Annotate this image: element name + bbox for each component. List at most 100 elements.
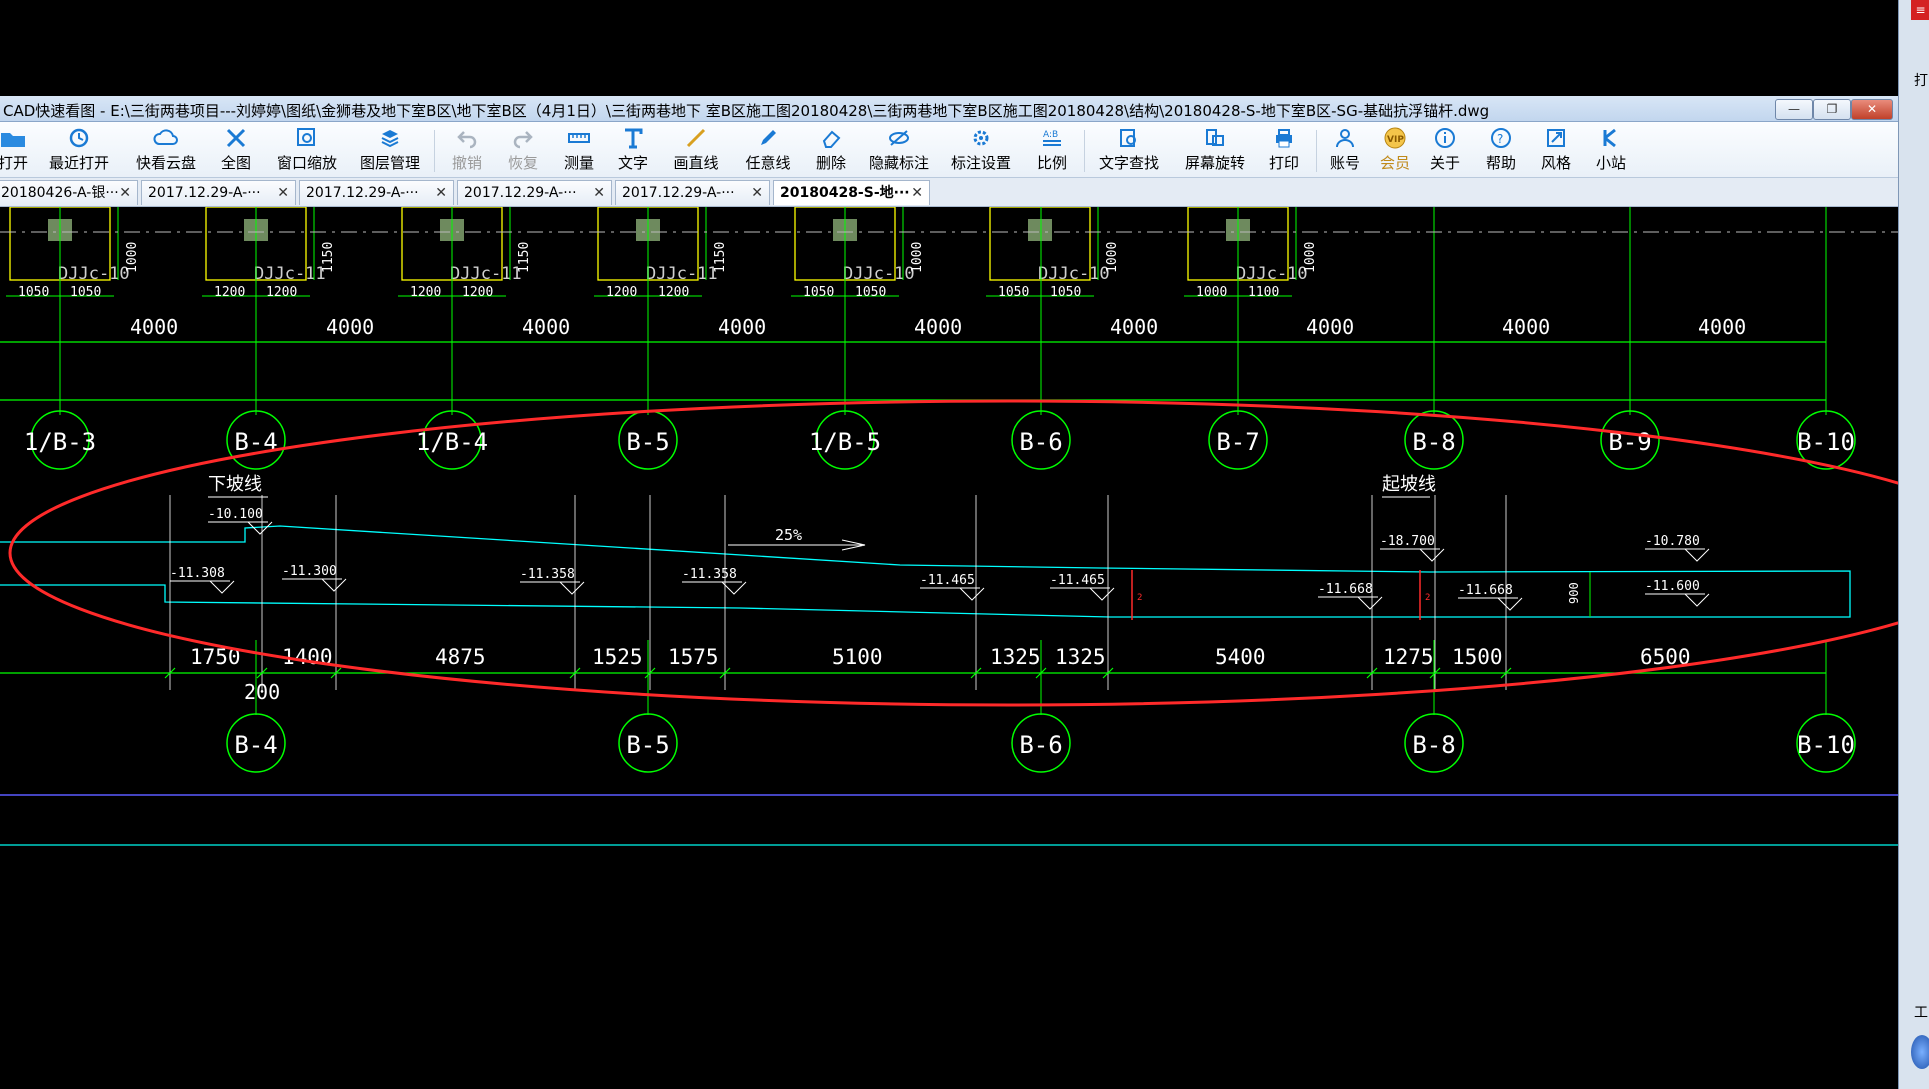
recent-clock-icon xyxy=(46,125,112,151)
span-dimension: 4000 xyxy=(1110,315,1158,339)
freehand-line-button[interactable]: 任意线 xyxy=(740,125,796,175)
axis-label: 1/B-4 xyxy=(416,428,488,456)
foundation-dim: 1050 xyxy=(803,285,834,300)
foundation-height: 1150 xyxy=(517,242,532,273)
close-button[interactable]: ✕ xyxy=(1851,99,1893,120)
hide-annotation-label: 隐藏标注 xyxy=(868,154,929,172)
elevation-symbol xyxy=(209,580,235,594)
elevation-symbol xyxy=(321,578,347,592)
style-button[interactable]: 风格 xyxy=(1535,125,1577,175)
foundations: DJJc-1010001050 1050DJJc-1111501200 1200DJ… xyxy=(6,207,1318,300)
tab-close-icon[interactable]: ✕ xyxy=(435,181,447,205)
axis-label: B-10 xyxy=(1797,731,1855,759)
account-button[interactable]: 账号 xyxy=(1324,125,1366,175)
tab-close-icon[interactable]: ✕ xyxy=(119,181,131,205)
style-label: 风格 xyxy=(1540,154,1571,172)
hide-annotation-button[interactable]: 隐藏标注 xyxy=(866,125,932,175)
about-label: 关于 xyxy=(1429,154,1460,172)
elevation-symbol xyxy=(1497,597,1523,611)
section-dimension: 4875 xyxy=(435,645,486,669)
axis-label: B-6 xyxy=(1019,428,1062,456)
elevation-text: -18.700 xyxy=(1380,534,1435,549)
tab-close-icon[interactable]: ✕ xyxy=(277,181,289,205)
about-button[interactable]: 关于 xyxy=(1424,125,1466,175)
toolbar-separator xyxy=(1084,130,1085,172)
drawing-canvas[interactable]: DJJc-1010001050 1050DJJc-1111501200 1200DJ… xyxy=(0,207,1898,1089)
section-labels: 下坡线 起坡线 25% -10.100 -11.308 -11.300 -11.358 -11… xyxy=(170,474,1710,611)
help-button[interactable]: ? 帮助 xyxy=(1480,125,1522,175)
hide-eye-icon xyxy=(866,125,932,151)
column-block xyxy=(1028,219,1052,241)
foundation-label: DJJc-10 xyxy=(1236,264,1308,284)
tab-label: 2017.12.29-A-··· xyxy=(622,185,735,201)
zoom-window-button[interactable]: 窗口缩放 xyxy=(274,125,340,175)
zoom-window-label: 窗口缩放 xyxy=(276,154,337,172)
cloud-disk-label: 快看云盘 xyxy=(135,154,196,172)
document-tab[interactable]: 2017.12.29-A-··· ✕ xyxy=(141,180,296,205)
document-tab-active[interactable]: 20180428-S-地··· ✕ xyxy=(773,180,930,205)
document-tab-bar: 20180426-A-银··· ✕ 2017.12.29-A-··· ✕ 2017.… xyxy=(0,178,1898,207)
foundation-label: DJJc-11 xyxy=(254,264,326,284)
fit-all-button[interactable]: 全图 xyxy=(216,125,256,175)
section-dimension: 5100 xyxy=(832,645,883,669)
menu-corner-icon[interactable]: ≡ xyxy=(1911,0,1929,20)
recent-open-button[interactable]: 最近打开 xyxy=(46,125,112,175)
foundation-label: DJJc-10 xyxy=(58,264,130,284)
window-title-bar: CAD快速看图 - E:\三街两巷项目---刘婷婷\图纸\金狮巷及地下室B区\地… xyxy=(0,96,1898,122)
slope-percent: 25% xyxy=(775,526,802,544)
axis-label: B-10 xyxy=(1797,428,1855,456)
adjacent-orb-icon[interactable] xyxy=(1911,1035,1929,1069)
tab-label: 20180428-S-地··· xyxy=(780,185,910,201)
document-tab[interactable]: 2017.12.29-A-··· ✕ xyxy=(299,180,454,205)
elevation-symbol xyxy=(959,587,985,601)
tab-close-icon[interactable]: ✕ xyxy=(911,181,923,205)
text-search-button[interactable]: 文字查找 xyxy=(1096,125,1162,175)
minimize-button[interactable]: — xyxy=(1775,99,1813,120)
document-tab[interactable]: 20180426-A-银··· ✕ xyxy=(0,180,138,205)
redo-button[interactable]: 恢复 xyxy=(502,125,544,175)
layer-manager-button[interactable]: 图层管理 xyxy=(357,125,423,175)
document-tab[interactable]: 2017.12.29-A-··· ✕ xyxy=(615,180,770,205)
span-dimension: 4000 xyxy=(130,315,178,339)
account-label: 账号 xyxy=(1329,154,1360,172)
foundation-dim: 1200 xyxy=(214,285,245,300)
restore-button[interactable]: ❐ xyxy=(1813,99,1851,120)
toolbar-separator xyxy=(1316,130,1317,172)
foundation-dim: 1050 xyxy=(18,285,49,300)
axis-label: 1/B-3 xyxy=(24,428,96,456)
annotation-settings-button[interactable]: 标注设置 xyxy=(948,125,1014,175)
cloud-disk-button[interactable]: 快看云盘 xyxy=(131,125,201,175)
station-button[interactable]: 小站 xyxy=(1590,125,1632,175)
elevation-text: -11.465 xyxy=(1050,573,1105,588)
screen-rotate-button[interactable]: 屏幕旋转 xyxy=(1182,125,1248,175)
help-label: 帮助 xyxy=(1485,154,1516,172)
draw-line-button[interactable]: 画直线 xyxy=(668,125,724,175)
main-toolbar: 打开 最近打开 快看云盘 全图 窗口缩放 图层管理 撤销 恢复 测量 文字 画直… xyxy=(0,122,1898,178)
eraser-icon xyxy=(810,125,852,151)
foundation-height: 1150 xyxy=(713,242,728,273)
tab-close-icon[interactable]: ✕ xyxy=(751,181,763,205)
annotation-settings-label: 标注设置 xyxy=(950,154,1011,172)
document-tab[interactable]: 2017.12.29-A-··· ✕ xyxy=(457,180,612,205)
print-button[interactable]: 打印 xyxy=(1264,125,1304,175)
measure-button[interactable]: 测量 xyxy=(558,125,600,175)
elevation-symbol xyxy=(721,581,747,595)
open-button[interactable]: 打开 xyxy=(0,125,36,175)
tab-label: 2017.12.29-A-··· xyxy=(464,185,577,201)
undo-icon xyxy=(446,125,488,151)
vip-button[interactable]: VIP 会员 xyxy=(1374,125,1416,175)
tab-close-icon[interactable]: ✕ xyxy=(593,181,605,205)
text-button[interactable]: 文字 xyxy=(612,125,654,175)
adjacent-text: 打 xyxy=(1914,73,1928,89)
span-dimension: 4000 xyxy=(522,315,570,339)
scale-button[interactable]: A:B 比例 xyxy=(1032,125,1072,175)
elevation-text: -10.780 xyxy=(1645,534,1700,549)
delete-button[interactable]: 删除 xyxy=(810,125,852,175)
zoom-window-icon xyxy=(274,125,340,151)
elevation-symbol xyxy=(1684,548,1710,562)
foundation-height: 1000 xyxy=(910,242,925,273)
elevation-text: -10.100 xyxy=(208,507,263,522)
slab-section: 2 2 900 xyxy=(0,495,1851,690)
undo-button[interactable]: 撤销 xyxy=(446,125,488,175)
layer-manager-label: 图层管理 xyxy=(359,154,420,172)
